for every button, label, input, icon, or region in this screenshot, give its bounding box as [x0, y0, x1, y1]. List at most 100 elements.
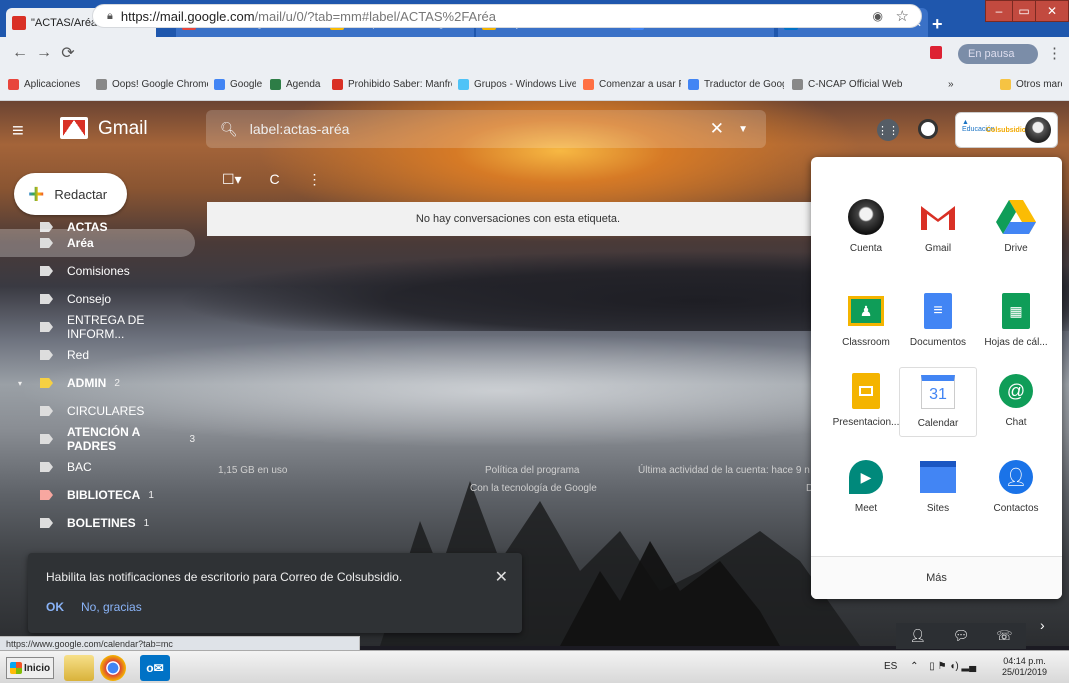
bookmark-favicon-icon: [583, 79, 594, 90]
hangouts-bar: 👤︎ 💬︎ ☏: [896, 623, 1026, 649]
app-docs[interactable]: ≡ Documentos: [899, 287, 977, 357]
app-sites[interactable]: Sites: [899, 453, 977, 523]
sidebar-label-item[interactable]: BIBLIOTECA 1: [0, 481, 195, 509]
app-meet[interactable]: ▶ Meet: [827, 453, 905, 523]
app-sheets[interactable]: ▦ Hojas de cál...: [977, 287, 1055, 357]
main-menu-icon[interactable]: ≡: [12, 120, 24, 143]
sync-paused-label: En pausa: [968, 48, 1015, 60]
account-button[interactable]: ▲ Educación Colsubsidio: [955, 112, 1058, 148]
gmail-logo-icon[interactable]: [60, 117, 88, 139]
app-gmail[interactable]: Gmail: [899, 193, 977, 263]
close-icon[interactable]: ✕: [495, 567, 508, 587]
bookmark-item[interactable]: Grupos - Windows Live: [458, 79, 576, 90]
outlook-icon[interactable]: o✉: [140, 655, 170, 681]
phone-icon[interactable]: ☏: [996, 628, 1012, 644]
bookmark-label: C-NCAP Official Websit: [808, 79, 902, 90]
more-bookmarks-button[interactable]: »: [948, 79, 954, 90]
search-icon[interactable]: 🔍︎: [220, 121, 238, 138]
notifications-icon[interactable]: [918, 119, 938, 139]
sync-paused-button[interactable]: En pausa: [958, 44, 1038, 64]
app-drive[interactable]: Drive: [977, 193, 1055, 263]
tray-expand-icon[interactable]: ⌃: [910, 661, 918, 672]
search-options-icon[interactable]: ▼: [738, 124, 748, 135]
bookmark-item[interactable]: Aplicaciones: [8, 79, 92, 90]
sidebar-label-item[interactable]: Comisiones: [0, 257, 195, 285]
url-host: https://mail.google.com: [120, 8, 255, 24]
clear-search-icon[interactable]: ✕: [710, 119, 724, 139]
bookmark-label: Grupos - Windows Live: [474, 79, 576, 90]
chat-icon[interactable]: 💬︎: [953, 628, 970, 644]
refresh-icon[interactable]: C: [269, 171, 279, 187]
maximize-button[interactable]: ▭: [1012, 0, 1036, 22]
storage-usage[interactable]: 1,15 GB en uso: [218, 465, 288, 476]
sidebar-label-item[interactable]: ENTREGA DE INFORM...: [0, 313, 195, 341]
more-apps-button[interactable]: Más: [811, 557, 1062, 599]
sidebar-label-item[interactable]: CIRCULARES: [0, 397, 195, 425]
bookmark-item[interactable]: Agenda: [270, 79, 326, 90]
more-actions-icon[interactable]: ⋮: [307, 171, 321, 187]
address-bar[interactable]: 🔒︎ https://mail.google.com/mail/u/0/?tab…: [92, 4, 922, 28]
other-bookmarks[interactable]: Otros marcadores: [1000, 79, 1062, 90]
program-policy-link[interactable]: Política del programa: [485, 465, 580, 476]
tray-icons[interactable]: ▯ ⚑ ◖) ▂▄: [929, 661, 976, 672]
app-classroom[interactable]: ♟ Classroom: [827, 287, 905, 357]
forward-icon[interactable]: →: [32, 44, 56, 62]
bookmark-item[interactable]: Traductor de Google: [688, 79, 784, 90]
sidebar-label-item[interactable]: Consejo: [0, 285, 195, 313]
sidebar-label-item[interactable]: Aréa: [0, 229, 195, 257]
expand-caret-icon[interactable]: ▾: [18, 379, 22, 388]
chrome-icon[interactable]: [100, 655, 126, 681]
expand-panel-icon[interactable]: ›: [1040, 617, 1045, 633]
sidebar-label-item[interactable]: ▾ ADMIN 2: [0, 369, 195, 397]
bookmark-item[interactable]: Prohibido Saber: Manfre: [332, 79, 452, 90]
clock[interactable]: 04:14 p.m. 25/01/2019: [1002, 656, 1047, 678]
label-name: BIBLIOTECA: [67, 488, 141, 502]
sidebar-label-item[interactable]: Red: [0, 341, 195, 369]
bookmark-label: Aplicaciones: [24, 79, 81, 90]
file-explorer-icon[interactable]: [64, 655, 94, 681]
app-name: Hojas de cál...: [984, 337, 1048, 348]
close-window-button[interactable]: ✕: [1035, 0, 1069, 22]
gmail-logo-text[interactable]: Gmail: [98, 118, 148, 140]
tracking-icon[interactable]: ◉: [873, 9, 883, 23]
windows-taskbar: Inicio o✉ ES ⌃ ▯ ⚑ ◖) ▂▄ 04:14 p.m. 25/01…: [0, 650, 1069, 683]
bookmark-star-icon[interactable]: ☆: [896, 7, 909, 25]
app-calendar[interactable]: 31 Calendar: [899, 367, 977, 437]
meet-icon: ▶: [846, 457, 886, 497]
select-checkbox[interactable]: ☐▾: [222, 171, 242, 187]
chrome-menu-icon[interactable]: ⋮: [1047, 44, 1062, 62]
bookmark-item[interactable]: Comenzar a usar Firefo: [583, 79, 681, 90]
compose-button[interactable]: + Redactar: [14, 173, 127, 215]
no-thanks-button[interactable]: No, gracias: [81, 600, 142, 614]
start-button[interactable]: Inicio: [6, 657, 54, 679]
ok-button[interactable]: OK: [46, 600, 64, 614]
slides-icon: [846, 371, 886, 411]
label-name: Comisiones: [67, 264, 130, 278]
app-account-avatar[interactable]: Cuenta: [827, 193, 905, 263]
google-apps-icon[interactable]: ⋮⋮: [877, 119, 899, 141]
extension-icon[interactable]: [930, 46, 942, 59]
bookmark-item[interactable]: Google: [214, 79, 264, 90]
bookmark-label: Google: [230, 79, 263, 90]
bookmark-item[interactable]: C-NCAP Official Websit: [792, 79, 902, 90]
label-icon: [40, 294, 53, 304]
app-contacts[interactable]: 👤︎ Contactos: [977, 453, 1055, 523]
back-icon[interactable]: ←: [8, 44, 32, 62]
app-slides[interactable]: Presentacion...: [827, 367, 905, 437]
app-name: Documentos: [909, 337, 967, 348]
contacts-icon[interactable]: 👤︎: [909, 628, 926, 644]
bookmark-favicon-icon: [8, 79, 19, 90]
sidebar-label-item[interactable]: ATENCIÓN A PADRES 3: [0, 425, 195, 453]
app-chat[interactable]: @ Chat: [977, 367, 1055, 437]
google-apps-panel: Más Cuenta Gmail Drive ♟ Classroom ≡ Documento…: [811, 157, 1062, 599]
language-indicator[interactable]: ES: [884, 661, 897, 672]
reload-icon[interactable]: ⟳: [56, 43, 80, 63]
label-icon: [40, 462, 53, 472]
bookmark-favicon-icon: [458, 79, 469, 90]
minimize-button[interactable]: –: [985, 0, 1013, 22]
sidebar-label-item[interactable]: BOLETINES 1: [0, 509, 195, 537]
new-tab-button[interactable]: +: [932, 14, 943, 35]
search-input[interactable]: 🔍︎ label:actas-aréa ✕ ▼: [206, 110, 766, 148]
bookmark-item[interactable]: Oops! Google Chrome c: [96, 79, 208, 90]
sidebar-label-item[interactable]: BAC: [0, 453, 195, 481]
